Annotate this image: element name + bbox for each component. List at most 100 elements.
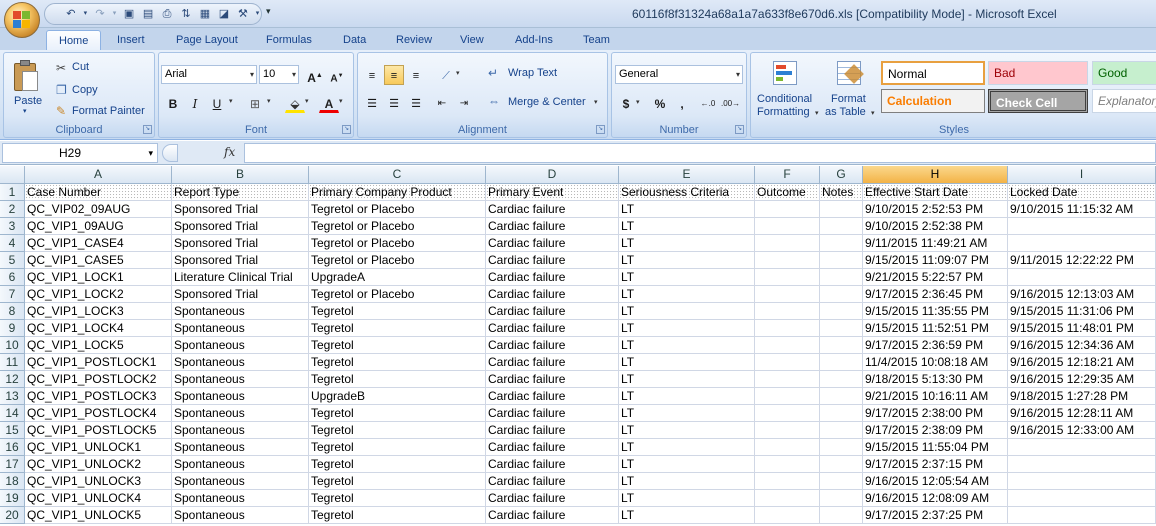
row-header-3[interactable]: 3 [0, 218, 25, 235]
orientation-icon[interactable]: ⟋ [436, 65, 456, 85]
cell-e3[interactable]: LT [619, 218, 755, 235]
cell-g13[interactable] [820, 388, 863, 405]
cell-a6[interactable]: QC_VIP1_LOCK1 [25, 269, 172, 286]
cell-d20[interactable]: Cardiac failure [486, 507, 619, 524]
cell-f9[interactable] [755, 320, 820, 337]
undo-dropdown-icon[interactable]: ▾ [82, 6, 89, 22]
tab-data[interactable]: Data [343, 30, 366, 50]
merge-dropdown-icon[interactable]: ▾ [594, 98, 598, 106]
cell-b7[interactable]: Sponsored Trial [172, 286, 309, 303]
cell-a17[interactable]: QC_VIP1_UNLOCK2 [25, 456, 172, 473]
conditional-formatting-label-1[interactable]: Conditional [757, 93, 812, 105]
format-painter-icon[interactable]: ✎ [56, 104, 66, 118]
cell-a14[interactable]: QC_VIP1_POSTLOCK4 [25, 405, 172, 422]
cell-a11[interactable]: QC_VIP1_POSTLOCK1 [25, 354, 172, 371]
cell-c20[interactable]: Tegretol [309, 507, 486, 524]
cell-c14[interactable]: Tegretol [309, 405, 486, 422]
percent-icon[interactable]: % [650, 93, 670, 113]
cell-g18[interactable] [820, 473, 863, 490]
cell-b11[interactable]: Spontaneous [172, 354, 309, 371]
cell-c2[interactable]: Tegretol or Placebo [309, 201, 486, 218]
cell-f11[interactable] [755, 354, 820, 371]
cell-h10[interactable]: 9/17/2015 2:36:59 PM [863, 337, 1008, 354]
cell-a13[interactable]: QC_VIP1_POSTLOCK3 [25, 388, 172, 405]
row-header-12[interactable]: 12 [0, 371, 25, 388]
cell-h14[interactable]: 9/17/2015 2:38:00 PM [863, 405, 1008, 422]
column-header-a[interactable]: A [25, 166, 172, 184]
cell-f18[interactable] [755, 473, 820, 490]
cell-a2[interactable]: QC_VIP02_09AUG [25, 201, 172, 218]
cut-button[interactable]: Cut [72, 61, 89, 73]
cell-i4[interactable] [1008, 235, 1156, 252]
copy-icon[interactable]: ❐ [56, 83, 67, 97]
cell-d14[interactable]: Cardiac failure [486, 405, 619, 422]
format-table-dropdown-icon[interactable]: ▾ [871, 109, 875, 117]
redo-dropdown-icon[interactable]: ▾ [111, 6, 118, 22]
cell-f19[interactable] [755, 490, 820, 507]
cell-g14[interactable] [820, 405, 863, 422]
cell-i5[interactable]: 9/11/2015 12:22:22 PM [1008, 252, 1156, 269]
cell-b4[interactable]: Sponsored Trial [172, 235, 309, 252]
cell-c6[interactable]: UpgradeA [309, 269, 486, 286]
font-size-combobox[interactable]: 10 ▾ [259, 65, 299, 84]
cell-g7[interactable] [820, 286, 863, 303]
cell-i17[interactable] [1008, 456, 1156, 473]
cell-e6[interactable]: LT [619, 269, 755, 286]
font-color-dropdown-icon[interactable]: ▾ [339, 97, 343, 105]
cell-d19[interactable]: Cardiac failure [486, 490, 619, 507]
cell-e4[interactable]: LT [619, 235, 755, 252]
cell-b18[interactable]: Spontaneous [172, 473, 309, 490]
decrease-indent-icon[interactable]: ⇤ [432, 93, 452, 113]
cell-c15[interactable]: Tegretol [309, 422, 486, 439]
row-header-6[interactable]: 6 [0, 269, 25, 286]
cell-d6[interactable]: Cardiac failure [486, 269, 619, 286]
undo-icon[interactable]: ↶ [63, 6, 79, 22]
cell-i8[interactable]: 9/15/2015 11:31:06 PM [1008, 303, 1156, 320]
cell-b16[interactable]: Spontaneous [172, 439, 309, 456]
cell-i10[interactable]: 9/16/2015 12:34:36 AM [1008, 337, 1156, 354]
cell-a7[interactable]: QC_VIP1_LOCK2 [25, 286, 172, 303]
cell-a4[interactable]: QC_VIP1_CASE4 [25, 235, 172, 252]
cell-b14[interactable]: Spontaneous [172, 405, 309, 422]
cell-h15[interactable]: 9/17/2015 2:38:09 PM [863, 422, 1008, 439]
cell-a15[interactable]: QC_VIP1_POSTLOCK5 [25, 422, 172, 439]
cell-i20[interactable] [1008, 507, 1156, 524]
grow-font-icon[interactable]: A▲ [305, 65, 325, 85]
cell-d12[interactable]: Cardiac failure [486, 371, 619, 388]
form-icon[interactable]: ▦ [197, 6, 213, 22]
wrap-text-icon[interactable]: ↵ [488, 66, 498, 80]
row-header-5[interactable]: 5 [0, 252, 25, 269]
cell-d2[interactable]: Cardiac failure [486, 201, 619, 218]
customize-qat-icon[interactable]: ▾ [266, 6, 271, 17]
increase-indent-icon[interactable]: ⇥ [454, 93, 474, 113]
cell-d13[interactable]: Cardiac failure [486, 388, 619, 405]
cell-b12[interactable]: Spontaneous [172, 371, 309, 388]
style-good[interactable]: Good [1092, 61, 1156, 85]
cell-i14[interactable]: 9/16/2015 12:28:11 AM [1008, 405, 1156, 422]
paste-icon[interactable] [12, 59, 40, 93]
print-preview-icon[interactable]: ⎙ [159, 6, 175, 22]
header-cell-i[interactable]: Locked Date [1008, 184, 1156, 201]
cell-i7[interactable]: 9/16/2015 12:13:03 AM [1008, 286, 1156, 303]
row-header-7[interactable]: 7 [0, 286, 25, 303]
cell-g17[interactable] [820, 456, 863, 473]
cell-e10[interactable]: LT [619, 337, 755, 354]
cell-c19[interactable]: Tegretol [309, 490, 486, 507]
formula-input[interactable] [244, 143, 1156, 163]
row-header-8[interactable]: 8 [0, 303, 25, 320]
cell-f14[interactable] [755, 405, 820, 422]
underline-icon[interactable]: U [207, 93, 227, 113]
cell-a18[interactable]: QC_VIP1_UNLOCK3 [25, 473, 172, 490]
office-button[interactable] [4, 2, 40, 38]
fill-color-dropdown-icon[interactable]: ▾ [305, 97, 309, 105]
cell-f13[interactable] [755, 388, 820, 405]
cell-g8[interactable] [820, 303, 863, 320]
cell-i11[interactable]: 9/16/2015 12:18:21 AM [1008, 354, 1156, 371]
tab-insert[interactable]: Insert [117, 30, 145, 50]
cell-d9[interactable]: Cardiac failure [486, 320, 619, 337]
tools-icon[interactable]: ⚒ [235, 6, 251, 22]
cell-h16[interactable]: 9/15/2015 11:55:04 PM [863, 439, 1008, 456]
cell-g10[interactable] [820, 337, 863, 354]
cell-d4[interactable]: Cardiac failure [486, 235, 619, 252]
cell-e16[interactable]: LT [619, 439, 755, 456]
